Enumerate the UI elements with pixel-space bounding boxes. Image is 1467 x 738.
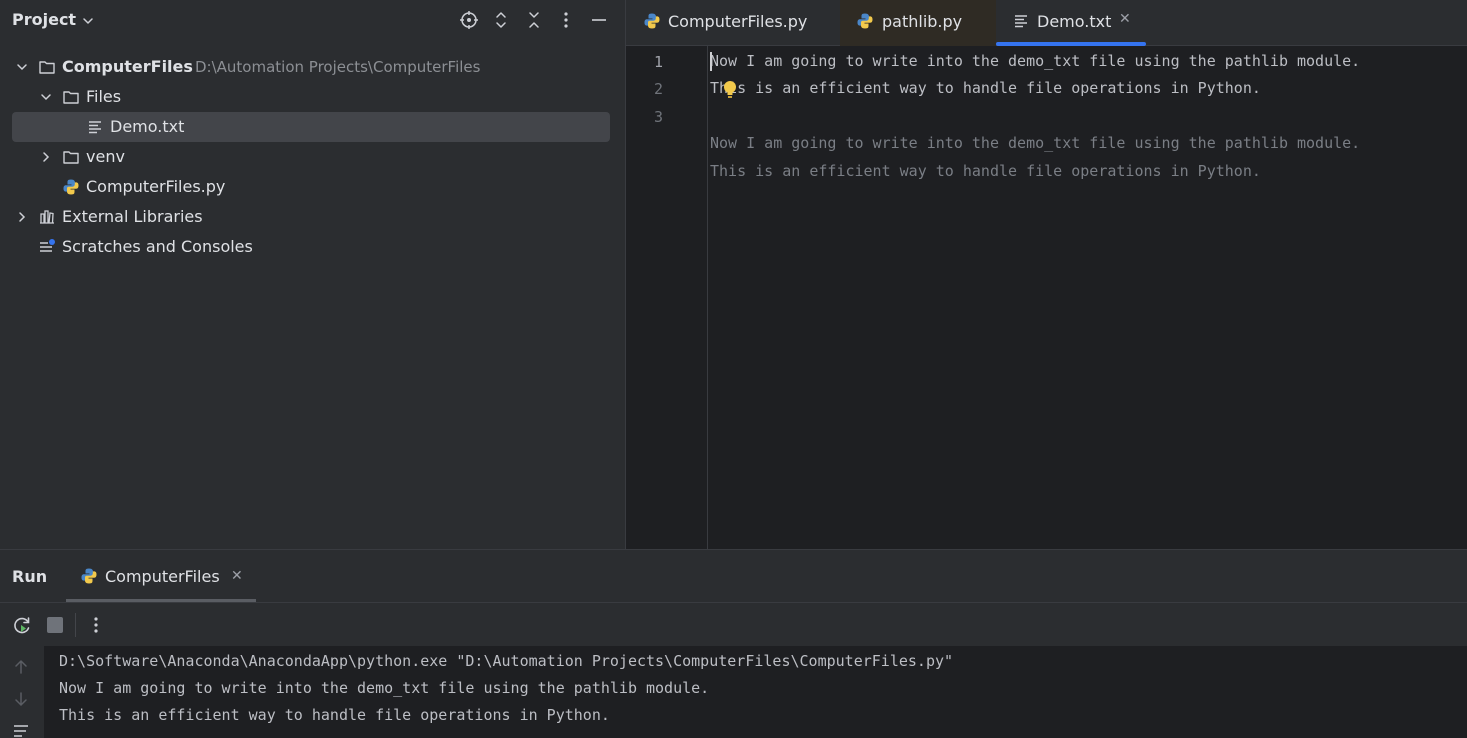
tab-label: ComputerFiles.py <box>668 12 808 31</box>
more-options-icon[interactable] <box>86 615 106 635</box>
tree-item-computerfiles-py[interactable]: ComputerFiles.py <box>0 172 625 202</box>
line-number: 3 <box>653 108 663 126</box>
close-icon[interactable]: ✕ <box>231 568 243 584</box>
project-title[interactable]: Project <box>12 10 76 29</box>
tab-label: pathlib.py <box>882 12 963 31</box>
console-side-toolbar <box>0 646 44 738</box>
console-output[interactable]: D:\Software\Anaconda\AnacondaApp\python.… <box>44 646 1467 738</box>
tree-item-label: ComputerFiles <box>62 57 193 76</box>
inlay-preview-line: This is an efficient way to handle file … <box>710 162 1261 180</box>
tab-computerfiles-py[interactable]: ComputerFiles.py <box>626 0 840 46</box>
chevron-down-icon[interactable] <box>38 89 54 105</box>
inlay-preview-line: Now I am going to write into the demo_tx… <box>710 134 1361 152</box>
editor-area: ComputerFiles.py pathlib.py Demo.txt ✕ 1… <box>625 0 1467 549</box>
project-header: Project <box>0 0 625 42</box>
code-line[interactable]: This is an efficient way to handle file … <box>710 79 1261 97</box>
console-line: This is an efficient way to handle file … <box>59 706 610 724</box>
tree-item-label: venv <box>86 147 125 166</box>
collapse-all-icon[interactable] <box>524 10 544 30</box>
tree-item-path: D:\Automation Projects\ComputerFiles <box>195 58 481 76</box>
soft-wrap-icon[interactable] <box>12 722 30 738</box>
rerun-icon[interactable] <box>11 615 33 637</box>
run-title: Run <box>12 567 48 586</box>
tab-demo-txt[interactable]: Demo.txt ✕ <box>996 0 1146 46</box>
active-tab-indicator <box>996 42 1146 46</box>
arrow-down-icon[interactable] <box>12 690 30 708</box>
library-icon <box>40 210 54 224</box>
tab-label: Demo.txt <box>1037 12 1112 31</box>
lightbulb-icon[interactable] <box>722 80 738 100</box>
close-icon[interactable]: ✕ <box>1119 11 1131 27</box>
tab-pathlib-py[interactable]: pathlib.py <box>840 0 996 46</box>
python-icon <box>81 568 97 584</box>
tree-item-computerfiles[interactable]: ComputerFiles D:\Automation Projects\Com… <box>0 52 625 82</box>
tree-item-venv[interactable]: venv <box>0 142 625 172</box>
stop-icon[interactable] <box>47 617 63 633</box>
console-line: Now I am going to write into the demo_tx… <box>59 679 710 697</box>
arrow-up-icon[interactable] <box>12 658 30 676</box>
expand-all-icon[interactable] <box>491 10 511 30</box>
tree-item-label: Files <box>86 87 122 106</box>
tree-item-label: ComputerFiles.py <box>86 177 226 196</box>
run-tab-label: ComputerFiles <box>105 567 220 586</box>
run-toolbar <box>0 602 1467 646</box>
python-icon <box>644 13 660 29</box>
chevron-down-icon[interactable] <box>14 59 30 75</box>
tree-item-label: External Libraries <box>62 207 203 226</box>
hide-panel-icon[interactable] <box>589 10 609 30</box>
locate-target-icon[interactable] <box>459 10 479 30</box>
tree-item-files[interactable]: Files <box>0 82 625 112</box>
tree-item-external-libraries[interactable]: External Libraries <box>0 202 625 232</box>
chevron-down-icon[interactable] <box>80 13 96 29</box>
run-tool-window: Run ComputerFiles ✕ D:\Software\Anaconda… <box>0 549 1467 738</box>
line-number: 1 <box>653 53 663 71</box>
project-tool-window: Project ComputerFiles D:\Automation Proj… <box>0 0 625 549</box>
text-file-icon <box>89 121 101 134</box>
text-caret <box>710 52 712 71</box>
tree-item-label: Demo.txt <box>110 117 185 136</box>
run-tab-computerfiles[interactable]: ComputerFiles ✕ <box>66 550 256 602</box>
scratches-icon <box>40 239 55 252</box>
folder-icon <box>39 61 55 74</box>
folder-icon <box>63 151 79 164</box>
tree-item-label: Scratches and Consoles <box>62 237 253 256</box>
more-options-icon[interactable] <box>556 10 576 30</box>
console-line: D:\Software\Anaconda\AnacondaApp\python.… <box>59 652 954 670</box>
text-file-icon <box>1015 15 1027 28</box>
toolbar-divider <box>75 613 76 637</box>
line-number: 2 <box>653 80 663 98</box>
chevron-right-icon[interactable] <box>38 149 54 165</box>
python-icon <box>63 179 79 195</box>
tree-item-demo-txt[interactable]: Demo.txt <box>0 112 625 142</box>
tree-item-scratches[interactable]: Scratches and Consoles <box>0 232 625 262</box>
line-number-gutter: 1 2 3 <box>626 46 708 549</box>
python-icon <box>857 13 873 29</box>
code-line[interactable]: Now I am going to write into the demo_tx… <box>710 52 1360 70</box>
editor-tab-bar: ComputerFiles.py pathlib.py Demo.txt ✕ <box>626 0 1467 46</box>
folder-icon <box>63 91 79 104</box>
chevron-right-icon[interactable] <box>14 209 30 225</box>
